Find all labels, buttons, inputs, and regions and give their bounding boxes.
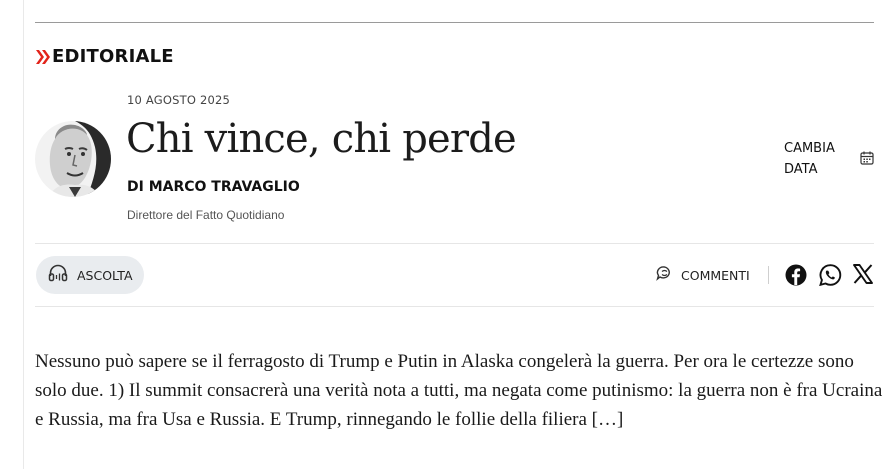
top-divider (35, 22, 874, 23)
toolbar-divider-bottom (35, 306, 874, 307)
author-avatar[interactable] (35, 121, 111, 197)
author-role: Direttore del Fatto Quotidiano (127, 208, 285, 222)
article-title[interactable]: Chi vince, chi perde (126, 116, 517, 162)
listen-label: ASCOLTA (77, 267, 133, 283)
whatsapp-icon[interactable] (819, 264, 842, 291)
facebook-icon[interactable] (785, 264, 807, 291)
headphones-icon (36, 264, 68, 287)
double-chevron-right-icon (35, 48, 51, 66)
change-date-button[interactable]: CAMBIA DATA (784, 138, 854, 180)
x-icon[interactable] (853, 264, 873, 289)
section-header: EDITORIALE (35, 46, 174, 67)
comments-button[interactable]: COMMENTI (656, 265, 750, 286)
calendar-icon[interactable] (860, 151, 874, 170)
toolbar-separator (768, 266, 769, 284)
comments-label: COMMENTI (681, 268, 750, 283)
listen-button[interactable]: ASCOLTA (36, 256, 144, 294)
author-name[interactable]: DI MARCO TRAVAGLIO (127, 179, 300, 195)
section-label[interactable]: EDITORIALE (52, 46, 174, 67)
article-date: 10 AGOSTO 2025 (127, 93, 231, 107)
toolbar-divider-top (35, 243, 874, 244)
article-excerpt: Nessuno può sapere se il ferragosto di T… (35, 351, 883, 430)
comment-icon (656, 265, 673, 286)
